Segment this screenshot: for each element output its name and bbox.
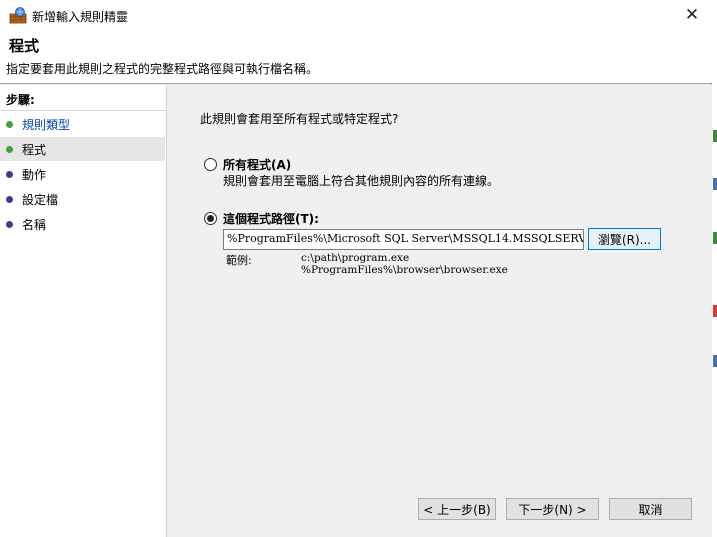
background-blue-marker: [713, 355, 717, 367]
example-label: 範例:: [226, 254, 252, 267]
main-content: 此規則會套用至所有程式或特定程式? 所有程式(A) 規則會套用至電腦上符合其他規…: [168, 85, 712, 537]
back-button[interactable]: < 上一步(B): [418, 498, 496, 520]
all-programs-description: 規則會套用至電腦上符合其他規則內容的所有連線。: [223, 174, 500, 188]
close-button[interactable]: ✕: [672, 0, 712, 30]
wizard-window: 新增輸入規則精靈 ✕ 程式 指定要套用此規則之程式的完整程式路徑與可執行檔名稱。…: [0, 0, 712, 537]
background-green-marker: [713, 130, 717, 142]
all-programs-radio[interactable]: 所有程式(A): [204, 156, 291, 173]
page-description: 指定要套用此規則之程式的完整程式路徑與可執行檔名稱。: [6, 62, 319, 76]
step-label: 動作: [22, 167, 47, 182]
step-program[interactable]: 程式: [0, 137, 165, 161]
steps-divider: [0, 110, 166, 111]
step-label: 程式: [22, 142, 47, 157]
radio-checked-icon[interactable]: [204, 212, 217, 225]
wizard-header: 程式 指定要套用此規則之程式的完整程式路徑與可執行檔名稱。: [0, 30, 712, 84]
step-label: 設定檔: [22, 192, 59, 207]
step-profile[interactable]: 設定檔: [0, 187, 165, 211]
radio-unchecked-icon[interactable]: [204, 158, 217, 171]
step-completed-bullet-icon: [6, 120, 13, 128]
cancel-button[interactable]: 取消: [609, 498, 692, 520]
all-programs-label: 所有程式(A): [223, 158, 292, 172]
scope-question: 此規則會套用至所有程式或特定程式?: [200, 112, 399, 126]
step-label: 規則類型: [22, 117, 71, 132]
next-button[interactable]: 下一步(N) >: [506, 498, 599, 520]
program-path-radio[interactable]: 這個程式路徑(T):: [204, 210, 319, 227]
step-current-bullet-icon: [6, 145, 13, 153]
title-bar[interactable]: 新增輸入規則精靈 ✕: [0, 0, 712, 30]
background-green-marker: [713, 232, 717, 244]
step-name[interactable]: 名稱: [0, 212, 165, 236]
background-red-marker: [713, 305, 717, 317]
steps-pane: 步驟: 規則類型 程式 動作 設定檔 名稱: [0, 85, 167, 537]
step-pending-bullet-icon: [6, 195, 13, 203]
steps-title: 步驟:: [6, 93, 35, 107]
firewall-app-icon: [9, 7, 27, 24]
step-pending-bullet-icon: [6, 170, 13, 178]
close-icon: ✕: [684, 5, 700, 25]
example-path-2: %ProgramFiles%\browser\browser.exe: [301, 264, 508, 276]
step-rule-type[interactable]: 規則類型: [0, 112, 165, 136]
program-path-input[interactable]: %ProgramFiles%\Microsoft SQL Server\MSSQ…: [223, 229, 584, 250]
window-title: 新增輸入規則精靈: [32, 10, 129, 24]
step-action[interactable]: 動作: [0, 162, 165, 186]
background-window-edge: [713, 0, 717, 537]
step-label: 名稱: [22, 217, 47, 232]
example-path-1: c:\path\program.exe: [301, 252, 410, 264]
step-pending-bullet-icon: [6, 220, 13, 228]
browse-button[interactable]: 瀏覽(R)...: [588, 228, 661, 250]
program-path-label: 這個程式路徑(T):: [223, 212, 319, 226]
page-title: 程式: [9, 37, 40, 55]
background-blue-marker: [713, 178, 717, 190]
